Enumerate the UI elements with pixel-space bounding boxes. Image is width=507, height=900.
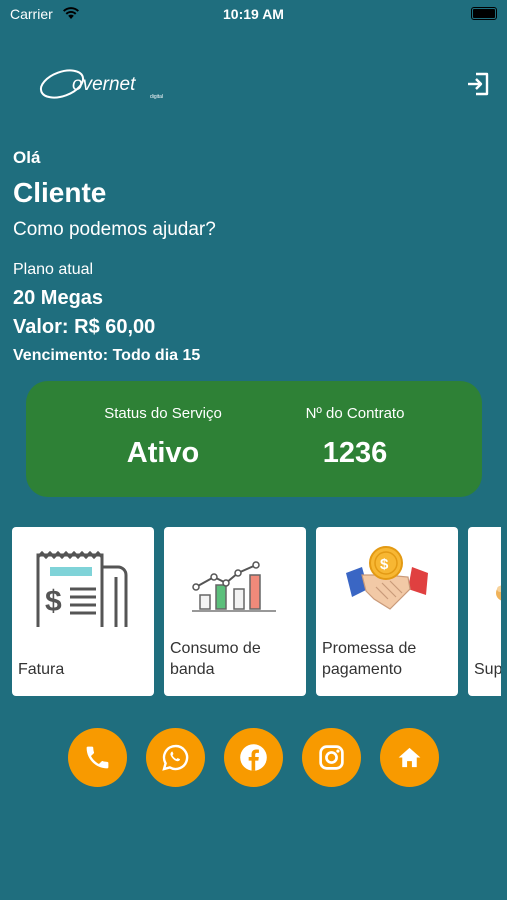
service-status: Status do Serviço Ativo [73, 381, 253, 470]
handshake-coin-icon: $ [346, 546, 428, 610]
card-consumo-de-banda[interactable]: Consumo de banda [164, 527, 306, 696]
whatsapp-icon [162, 744, 189, 771]
plan-value: Valor: R$ 60,00 [13, 316, 156, 338]
service-status-card: Status do Serviço Ativo Nº do Contrato 1… [26, 381, 482, 497]
action-cards-carousel[interactable]: $ Fatura Consumo de banda $ Promessa de … [0, 527, 501, 697]
contract-number-value: 1236 [322, 437, 388, 469]
client-name: Cliente [13, 177, 107, 208]
instagram-icon [319, 745, 344, 770]
plan-due-date: Vencimento: Todo dia 15 [13, 347, 201, 364]
card-label: Suporte [474, 661, 501, 678]
battery-icon [471, 7, 497, 20]
card-label: Consumo de banda [170, 640, 261, 678]
status-bar: Carrier 10:19 AM [0, 0, 507, 28]
facebook-button[interactable] [224, 728, 283, 787]
clock: 10:19 AM [223, 6, 284, 22]
logout-icon[interactable] [464, 70, 492, 98]
service-status-label: Status do Serviço [104, 405, 222, 422]
contract-number-label: Nº do Contrato [305, 405, 405, 422]
plan-name: 20 Megas [13, 287, 104, 309]
overnet-logo: overnet digital [39, 69, 163, 100]
phone-button[interactable] [68, 728, 127, 787]
facebook-icon [240, 744, 267, 771]
card-label: Promessa de pagamento [322, 640, 417, 678]
service-status-value: Ativo [126, 437, 200, 469]
svg-text:$: $ [45, 585, 62, 618]
card-fatura[interactable]: $ Fatura [12, 527, 154, 696]
logo-text: overnet [72, 74, 136, 95]
contract-number: Nº do Contrato 1236 [265, 381, 445, 470]
phone-icon [86, 746, 109, 769]
logo-subtext: digital [150, 94, 163, 100]
home-button[interactable] [380, 728, 439, 787]
invoice-icon: $ [36, 550, 128, 627]
plan-label: Plano atual [13, 261, 94, 278]
bandwidth-chart-icon [192, 561, 276, 612]
support-icon [496, 585, 501, 601]
instagram-button[interactable] [302, 728, 361, 787]
greeting-hello: Olá [13, 148, 41, 167]
help-question: Como podemos ajudar? [13, 219, 216, 240]
whatsapp-button[interactable] [146, 728, 205, 787]
home-icon [398, 747, 421, 768]
card-label: Fatura [18, 661, 65, 678]
card-promessa-de-pagamento[interactable]: $ Promessa de pagamento [316, 527, 458, 696]
svg-text:$: $ [380, 556, 389, 573]
card-suporte[interactable]: Suporte [468, 527, 501, 696]
